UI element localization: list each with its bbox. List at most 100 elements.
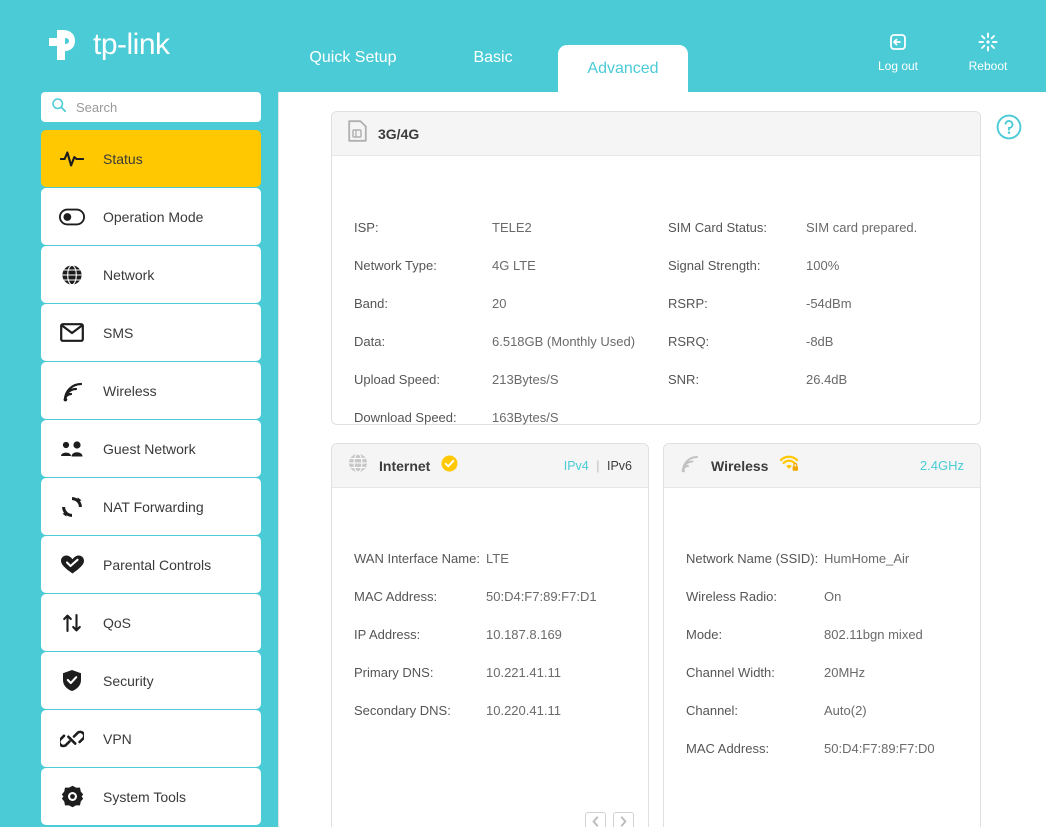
data-row: Channel: Auto(2) [686,703,976,741]
row-value: 50:D4:F7:89:F7:D0 [824,741,935,756]
row-label: Mode: [686,627,723,642]
row-value: -8dB [806,334,834,349]
sidebar-item-label: Parental Controls [103,556,212,573]
data-row: SIM Card Status: SIM card prepared. [668,220,968,258]
row-label: Signal Strength: [668,258,761,273]
pager-next-button[interactable] [613,812,634,827]
row-value: 10.187.8.169 [486,627,562,642]
ipv4-link[interactable]: IPv4 [564,459,589,473]
row-value: -54dBm [806,296,852,311]
data-row: Signal Strength: 100% [668,258,968,296]
sidebar-item-vpn[interactable]: VPN [41,710,261,767]
search-input[interactable] [76,99,241,115]
row-value: 163Bytes/S [492,410,559,425]
arrows-updown-icon [41,612,103,634]
sidebar-item-qos[interactable]: QoS [41,594,261,651]
brand-name: tp-link [93,27,170,61]
row-label: RSRP: [668,296,708,311]
reboot-button[interactable]: Reboot [960,28,1016,73]
panel-title: 3G/4G [378,125,420,142]
sidebar-item-guest-network[interactable]: Guest Network [41,420,261,477]
sidebar-item-system-tools[interactable]: System Tools [41,768,261,825]
ipv6-link[interactable]: IPv6 [607,459,632,473]
sidebar-item-label: Status [103,150,143,167]
tab-advanced[interactable]: Advanced [558,45,688,92]
sidebar-item-wireless[interactable]: Wireless [41,362,261,419]
row-value: 20MHz [824,665,866,680]
row-value: HumHome_Air [824,551,910,566]
tab-quick-setup[interactable]: Quick Setup [278,50,428,92]
panel-header: Wireless 2.4GHz [664,444,980,488]
row-label: Network Name (SSID): [686,551,819,566]
search-icon [51,97,67,118]
sidebar-item-security[interactable]: Security [41,652,261,709]
wireless-band: 2.4GHz [920,458,964,473]
sidebar: Status Operation Mode [0,92,278,827]
data-row: Data: 6.518GB (Monthly Used) [354,334,654,372]
wireless-rows: Network Name (SSID): HumHome_Air Wireles… [686,551,976,779]
users-icon [41,440,103,458]
router-admin-page: tp-link Quick Setup Basic Advanced Log o… [0,0,1046,827]
search-box[interactable] [41,92,261,122]
data-row: IP Address: 10.187.8.169 [354,627,644,665]
logout-button[interactable]: Log out [870,28,926,73]
panel-title: Wireless [711,457,769,474]
row-label: Channel: [686,703,739,718]
top-bar: tp-link Quick Setup Basic Advanced Log o… [0,0,1046,92]
row-value: 10.220.41.11 [486,703,561,718]
data-row: Secondary DNS: 10.220.41.11 [354,703,644,741]
row-value: On [824,589,842,604]
wifi-icon [41,380,103,402]
row-value: 10.221.41.11 [486,665,561,680]
row-label: Band: [354,296,388,311]
sidebar-item-label: NAT Forwarding [103,498,204,515]
data-row: Primary DNS: 10.221.41.11 [354,665,644,703]
tplink-logo-icon [41,22,86,67]
data-row: SNR: 26.4dB [668,372,968,410]
tab-basic[interactable]: Basic [428,50,558,92]
sidebar-item-sms[interactable]: SMS [41,304,261,361]
sidebar-item-operation-mode[interactable]: Operation Mode [41,188,261,245]
row-value: 50:D4:F7:89:F7:D1 [486,589,597,604]
data-row: MAC Address: 50:D4:F7:89:F7:D1 [354,589,644,627]
gear-icon [41,785,103,808]
mobile-right-rows: SIM Card Status: SIM card prepared. Sign… [668,220,968,410]
row-label: Download Speed: [354,410,457,425]
main-tabs: Quick Setup Basic Advanced [278,0,688,92]
chevron-right-icon [619,814,628,827]
row-label: MAC Address: [686,741,770,756]
sidebar-item-network[interactable]: Network [41,246,261,303]
mobile-left-rows: ISP: TELE2 Network Type: 4G LTE Band: 20… [354,220,654,448]
data-row: Channel Width: 20MHz [686,665,976,703]
sidebar-item-label: SMS [103,324,134,341]
row-value: TELE2 [492,220,532,235]
globe-icon [348,453,368,478]
pager-prev-button[interactable] [585,812,606,827]
help-circle-icon[interactable] [996,114,1022,145]
sidebar-item-parental-controls[interactable]: Parental Controls [41,536,261,593]
row-value: 20 [492,296,507,311]
row-value: 213Bytes/S [492,372,559,387]
sidebar-item-label: QoS [103,614,132,631]
data-row: Mode: 802.11bgn mixed [686,627,976,665]
panel-body: Network Name (SSID): HumHome_Air Wireles… [664,488,980,756]
row-value: Auto(2) [824,703,867,718]
globe-icon [41,264,103,286]
sidebar-item-label: System Tools [103,788,186,805]
row-label: ISP: [354,220,379,235]
data-row: ISP: TELE2 [354,220,654,258]
sidebar-item-status[interactable]: Status [41,130,261,187]
brand-logo[interactable]: tp-link [41,22,170,67]
row-label: Secondary DNS: [354,703,451,718]
row-label: SNR: [668,372,700,387]
internet-pager [585,812,634,827]
sidebar-item-nat-forwarding[interactable]: NAT Forwarding [41,478,261,535]
panel-header: Internet IPv4 | IPv6 [332,444,648,488]
link-chain-icon [41,728,103,750]
heart-icon [41,554,103,575]
band-label[interactable]: 2.4GHz [920,458,964,473]
data-row: Wireless Radio: On [686,589,976,627]
check-badge-icon [441,455,458,477]
row-label: Channel Width: [686,665,775,680]
chevron-left-icon [591,814,600,827]
